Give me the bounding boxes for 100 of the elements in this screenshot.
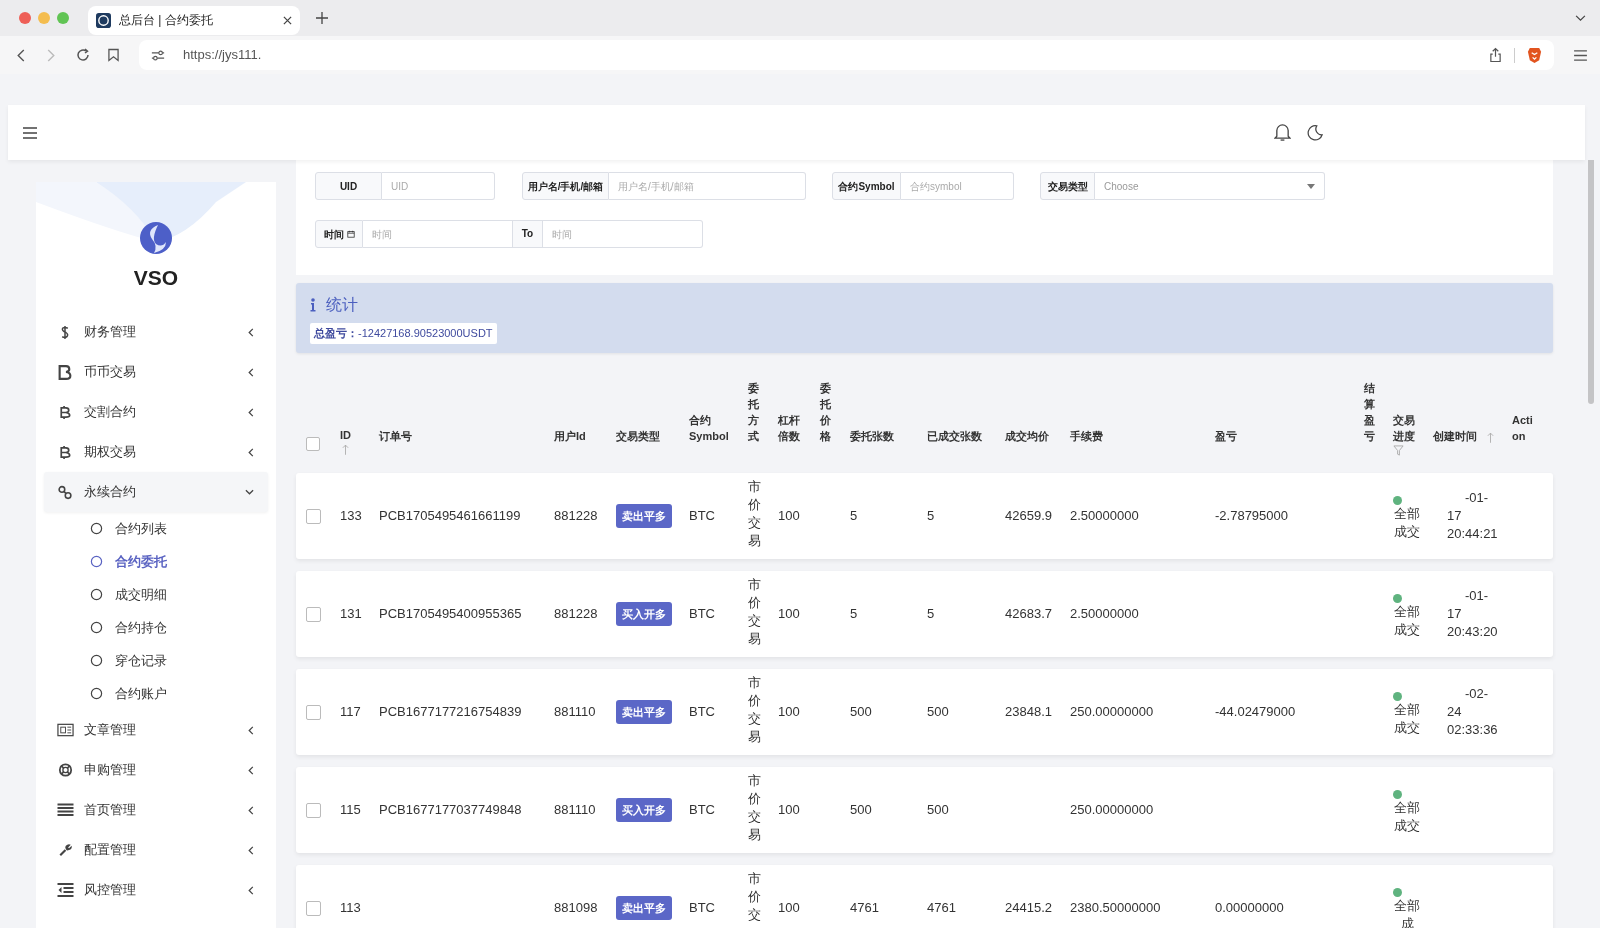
bookmark-icon[interactable] — [108, 48, 119, 62]
chevron-left-icon — [248, 765, 254, 775]
table-cell-text: 117 — [340, 703, 361, 722]
table-cell-text: 881228 — [554, 605, 598, 624]
chevron-left-icon — [248, 885, 254, 895]
column-header[interactable]: Action — [1512, 413, 1534, 445]
table-cell: 市价交 — [748, 870, 761, 924]
checkbox[interactable] — [306, 437, 320, 451]
address-bar[interactable]: https://jys111. — [139, 40, 1554, 70]
checkbox[interactable] — [306, 704, 321, 720]
submenu-item[interactable]: 成交明细 — [44, 578, 268, 611]
input-field[interactable]: 用户名/手机/邮箱 — [609, 172, 806, 200]
minimize-window-button[interactable] — [38, 12, 50, 24]
column-header[interactable]: 委托张数 — [850, 429, 894, 445]
chevron-left-icon — [248, 327, 254, 337]
close-window-button[interactable] — [19, 12, 31, 24]
sort-arrow-icon[interactable] — [342, 444, 349, 455]
input-field[interactable]: 时间 — [543, 220, 703, 248]
submenu-item[interactable]: 合约列表 — [44, 512, 268, 545]
lifebuoy-icon — [56, 763, 74, 777]
bell-icon[interactable] — [1274, 123, 1291, 142]
table-cell-text: 4761 — [850, 899, 879, 918]
back-icon[interactable] — [17, 48, 25, 62]
tab-title: 总后台 | 合约委托 — [119, 12, 214, 29]
column-header[interactable]: 合约 Symbol — [689, 413, 744, 445]
filter-icon[interactable] — [1393, 445, 1404, 456]
newspaper-icon — [56, 723, 74, 737]
submenu-item[interactable]: 合约账户 — [44, 677, 268, 710]
input-field[interactable]: 合约symbol — [901, 172, 1014, 200]
menu-icon[interactable] — [1574, 49, 1587, 61]
checkbox[interactable] — [306, 900, 321, 916]
table-cell-text: 5 — [927, 507, 935, 526]
sort-arrow-icon[interactable] — [1487, 431, 1494, 443]
sidebar-menu-item[interactable]: 申购管理 — [44, 750, 268, 790]
column-header[interactable]: 创建时间 — [1433, 429, 1477, 445]
browser-tab[interactable]: 总后台 | 合约委托 — [88, 5, 300, 35]
checkbox[interactable] — [306, 802, 321, 818]
column-header[interactable]: 委托方式 — [748, 381, 759, 445]
table-cell-text: 881110 — [554, 703, 596, 722]
table-cell-text: PCB1705495461661199 — [379, 507, 521, 526]
order-type-tag: 卖出平多 — [616, 503, 672, 529]
column-header[interactable]: 手续费 — [1070, 429, 1103, 445]
column-header[interactable]: 盈亏 — [1215, 429, 1237, 445]
column-header[interactable]: ID — [340, 428, 362, 444]
order-type-tag: 卖出平多 — [616, 699, 672, 725]
submenu-item[interactable]: 合约持仓 — [44, 611, 268, 644]
bitcoin-icon — [58, 404, 72, 420]
maximize-window-button[interactable] — [57, 12, 69, 24]
chevron-down-icon[interactable] — [1575, 14, 1586, 22]
column-header[interactable]: 交易进度 — [1393, 413, 1415, 445]
table-cell-text: -01-17 20:44:21 — [1446, 489, 1497, 543]
share-icon[interactable] — [1489, 47, 1502, 63]
sidebar-menu-item[interactable]: 风控管理 — [44, 870, 268, 910]
column-header[interactable]: 委托价格 — [820, 381, 831, 445]
sidebar-menu-item[interactable]: 配置管理 — [44, 830, 268, 870]
table-cell-text: 2380.50000000 — [1070, 899, 1161, 918]
table-cell-text: -2.78795000 — [1215, 507, 1288, 526]
site-settings-icon[interactable] — [151, 48, 165, 62]
shield-icon[interactable] — [1527, 46, 1542, 64]
reload-icon[interactable] — [76, 48, 90, 62]
chevron-left-icon — [248, 447, 254, 457]
sidebar-menu-item[interactable]: 币币交易 — [44, 352, 268, 392]
sidebar-menu-item[interactable]: 文章管理 — [44, 710, 268, 750]
column-header[interactable]: 已成交张数 — [927, 429, 982, 445]
table-cell-text: 500 — [850, 703, 872, 722]
checkbox[interactable] — [306, 606, 321, 622]
list-icon — [56, 803, 74, 817]
sidebar-menu-item[interactable]: 期权交易 — [44, 432, 268, 472]
table-cell-text: 100 — [778, 605, 800, 624]
input-field[interactable]: UID — [382, 172, 495, 200]
menu-icon[interactable] — [23, 126, 37, 139]
table-cell-text: -01-17 20:43:20 — [1446, 587, 1497, 641]
column-header[interactable]: 成交均价 — [1005, 429, 1049, 445]
chevron-left-icon — [248, 725, 254, 735]
table-cell-text: 0.00000000 — [1215, 899, 1284, 918]
input-field[interactable]: 时间 — [363, 220, 513, 248]
field-label: 交易类型 — [1040, 172, 1095, 200]
column-header[interactable]: 订单号 — [379, 429, 412, 445]
checkbox[interactable] — [306, 508, 321, 524]
sidebar-menu-item[interactable]: 财务管理 — [44, 312, 268, 352]
sidebar-menu-item[interactable]: 交割合约 — [44, 392, 268, 432]
table-cell-text: PCB1677177216754839 — [379, 703, 522, 722]
submenu-item[interactable]: 合约委托 — [44, 545, 268, 578]
table-cell-text: 4761 — [927, 899, 956, 918]
table-cell-text: 115 — [340, 801, 361, 820]
new-tab-icon[interactable] — [316, 12, 328, 24]
sidebar-menu-item[interactable]: 永续合约 — [44, 472, 268, 512]
column-header[interactable]: 结算盈亏 — [1364, 381, 1375, 445]
sidebar-menu-item[interactable]: 首页管理 — [44, 790, 268, 830]
column-header[interactable]: 用户Id — [554, 429, 586, 445]
close-icon[interactable] — [283, 15, 292, 25]
chevron-left-icon — [248, 407, 254, 417]
submenu-item[interactable]: 穿仓记录 — [44, 644, 268, 677]
moon-icon[interactable] — [1307, 124, 1323, 141]
column-header[interactable]: 交易类型 — [616, 429, 660, 445]
table-cell: 全部成交 — [1393, 504, 1421, 541]
forward-icon[interactable] — [47, 48, 55, 62]
column-header[interactable]: 杠杆倍数 — [778, 413, 800, 445]
table-cell-text: 5 — [850, 507, 858, 526]
link-icon — [58, 484, 72, 500]
